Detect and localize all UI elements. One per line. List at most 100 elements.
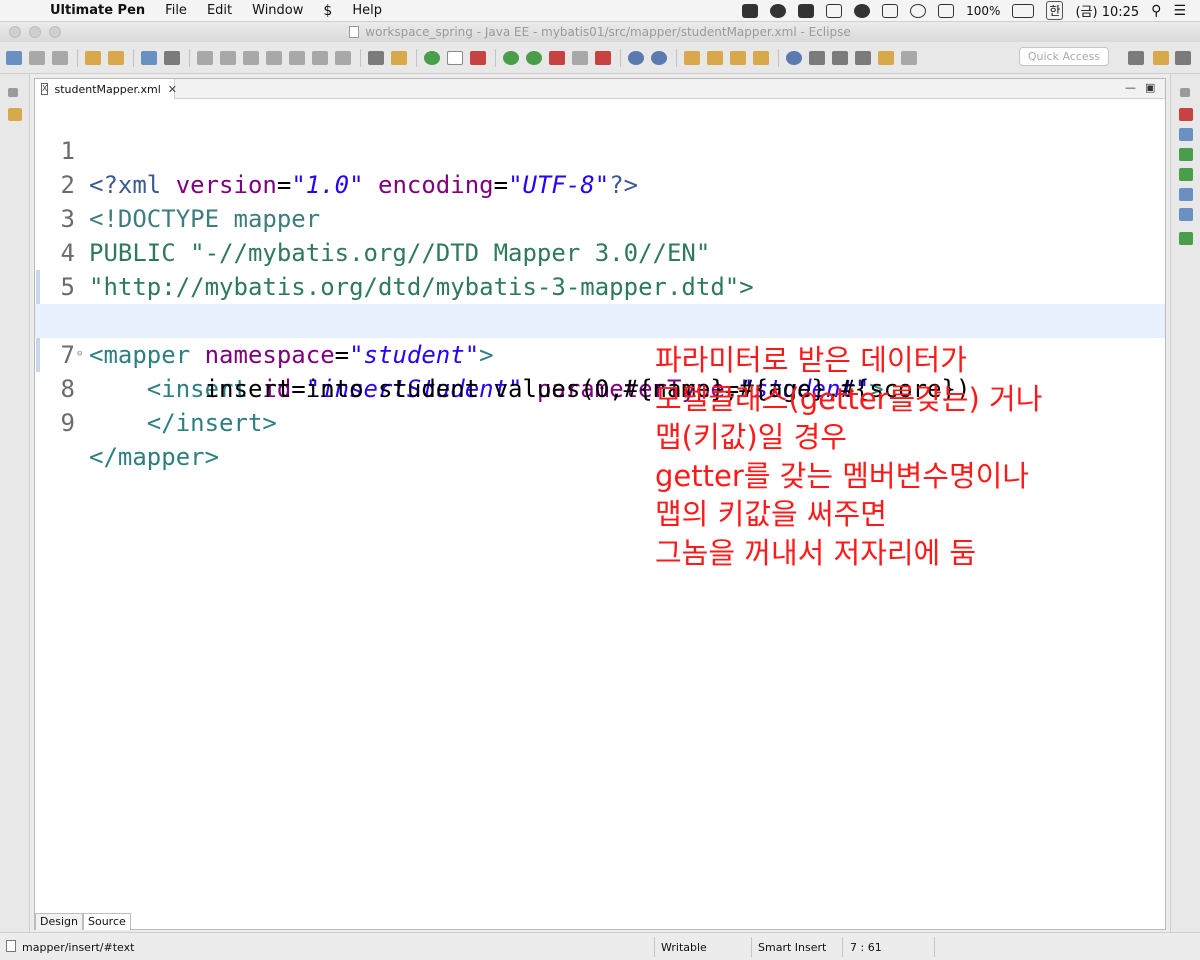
window-title-bar: workspace_spring - Java EE - mybatis01/s… xyxy=(0,22,1200,42)
menu-file[interactable]: File xyxy=(165,3,187,18)
terminal-icon[interactable] xyxy=(141,50,157,65)
resume-icon[interactable] xyxy=(197,50,213,65)
code-line[interactable]: 4 "http://mybatis.org/dtd/mybatis-3-mapp… xyxy=(35,202,1165,301)
search-icon[interactable] xyxy=(809,50,825,65)
airplay-icon[interactable] xyxy=(938,3,955,18)
editor-tab-label: studentMapper.xml xyxy=(54,82,161,96)
new-icon[interactable] xyxy=(6,50,22,65)
wifi-icon[interactable] xyxy=(910,3,927,18)
app-menu[interactable]: Ultimate Pen xyxy=(50,3,145,18)
battery-icon[interactable] xyxy=(1012,3,1035,18)
hierarchy-icon[interactable] xyxy=(1179,148,1193,161)
window-controls xyxy=(9,26,61,38)
current-code-line[interactable]: 7 insert into student values(0,#{name},#… xyxy=(35,304,1165,403)
git-perspective-button[interactable] xyxy=(1175,51,1191,65)
disconnect-icon[interactable] xyxy=(266,50,282,65)
coverage-icon[interactable] xyxy=(549,50,565,65)
new-package-icon[interactable] xyxy=(628,50,644,65)
chat-icon[interactable] xyxy=(770,3,787,18)
editor-tab-studentmapper[interactable]: X studentMapper.xml ✕ xyxy=(35,79,177,99)
maximize-editor-icon[interactable]: ▣ xyxy=(1145,81,1155,94)
run-icon[interactable] xyxy=(526,50,542,65)
java-ee-perspective-button[interactable] xyxy=(1153,51,1169,65)
mark-occurrences-icon[interactable] xyxy=(470,50,486,65)
macos-menu-bar: Ultimate Pen File Edit Window $ Help 100… xyxy=(0,0,1200,22)
script-menu-icon[interactable]: $ xyxy=(323,3,332,19)
skip-breakpoints-icon[interactable] xyxy=(164,50,180,65)
status-path: mapper/insert/#text xyxy=(22,941,135,954)
tab-design[interactable]: Design xyxy=(35,913,83,930)
servers-icon[interactable] xyxy=(1179,232,1193,245)
annotation-icon[interactable] xyxy=(753,50,769,65)
main-toolbar: Quick Access xyxy=(0,42,1200,74)
code-line[interactable]: 1 <?xml version="1.0" encoding="UTF-8"?> xyxy=(35,100,1165,199)
pen-icon[interactable] xyxy=(730,50,746,65)
window-icon[interactable] xyxy=(882,3,899,18)
clock[interactable]: (금) 10:25 xyxy=(1075,1,1139,20)
new-server-icon[interactable] xyxy=(595,50,611,65)
zoom-window-button[interactable] xyxy=(49,26,61,38)
minimize-window-button[interactable] xyxy=(29,26,41,38)
data-source-icon[interactable] xyxy=(1179,168,1193,181)
command-icon[interactable] xyxy=(798,3,815,18)
dropbox-icon[interactable] xyxy=(742,3,759,18)
menu-edit[interactable]: Edit xyxy=(207,3,232,18)
close-tab-icon[interactable]: ✕ xyxy=(168,83,177,96)
open-task-icon[interactable] xyxy=(108,50,124,65)
toggle-block-selection-icon[interactable] xyxy=(447,50,463,65)
menu-window[interactable]: Window xyxy=(252,3,303,18)
step-return-icon[interactable] xyxy=(335,50,351,65)
back-icon[interactable] xyxy=(878,50,894,65)
notification-center-icon[interactable]: ☰ xyxy=(1173,3,1186,19)
xml-node-icon xyxy=(6,940,16,952)
open-type-icon[interactable] xyxy=(85,50,101,65)
external-tools-icon[interactable] xyxy=(572,50,588,65)
suspend-icon[interactable] xyxy=(220,50,236,65)
restore-icon[interactable] xyxy=(1180,88,1190,97)
status-cursor-position: 7 : 61 xyxy=(850,941,882,954)
save-icon[interactable] xyxy=(29,50,45,65)
minimize-editor-icon[interactable]: — xyxy=(1125,81,1136,94)
code-line[interactable]: 5 ⊖ <mapper namespace="student"> xyxy=(35,236,1165,369)
open-project-icon[interactable] xyxy=(707,50,723,65)
previous-annotation-icon[interactable] xyxy=(855,50,871,65)
task-list-icon[interactable] xyxy=(1179,128,1193,141)
globe-icon[interactable] xyxy=(786,50,802,65)
open-perspective-icon[interactable] xyxy=(368,50,384,65)
left-trim-stack xyxy=(0,74,30,932)
quick-access-input[interactable]: Quick Access xyxy=(1019,47,1109,66)
snippets-icon[interactable] xyxy=(1179,188,1193,201)
forward-icon[interactable] xyxy=(901,50,917,65)
new-class-icon[interactable] xyxy=(651,50,667,65)
build-icon[interactable] xyxy=(391,50,407,65)
project-explorer-icon[interactable] xyxy=(8,108,22,121)
debug-icon[interactable] xyxy=(503,50,519,65)
close-window-button[interactable] xyxy=(9,26,21,38)
server-start-icon[interactable] xyxy=(424,50,440,65)
open-folder-icon[interactable] xyxy=(684,50,700,65)
input-method[interactable]: 한 xyxy=(1046,1,1064,20)
d-app-icon[interactable] xyxy=(826,3,843,18)
step-over-icon[interactable] xyxy=(312,50,328,65)
spotlight-icon[interactable]: ⚲ xyxy=(1151,3,1161,19)
outline-icon[interactable] xyxy=(1179,108,1193,121)
restore-icon[interactable] xyxy=(8,88,18,97)
code-line[interactable]: 6 ⊖ <insert id="insertStudent" parameter… xyxy=(35,270,1165,403)
code-line[interactable]: 3 PUBLIC "-//mybatis.org//DTD Mapper 3.0… xyxy=(35,168,1165,267)
next-annotation-icon[interactable] xyxy=(832,50,848,65)
terminate-icon[interactable] xyxy=(243,50,259,65)
status-writable: Writable xyxy=(661,941,707,954)
right-trim-stack xyxy=(1170,74,1200,932)
tab-source[interactable]: Source xyxy=(82,913,131,930)
alfred-icon[interactable] xyxy=(854,3,871,18)
open-perspective-button[interactable] xyxy=(1128,51,1144,65)
status-bar: mapper/insert/#text Writable Smart Inser… xyxy=(0,932,1200,960)
menu-help[interactable]: Help xyxy=(352,3,382,18)
properties-icon[interactable] xyxy=(1179,208,1193,221)
code-line[interactable]: 2 <!DOCTYPE mapper xyxy=(35,134,1165,233)
handwritten-annotation: 파라미터로 받은 데이터가 모델클래스(getter를갖는) 거나 맵(키값)일… xyxy=(655,343,1043,570)
save-all-icon[interactable] xyxy=(52,50,68,65)
step-into-icon[interactable] xyxy=(289,50,305,65)
editor-tab-bar: X studentMapper.xml ✕ — ▣ xyxy=(35,79,1165,99)
window-title: workspace_spring - Java EE - mybatis01/s… xyxy=(365,25,851,39)
